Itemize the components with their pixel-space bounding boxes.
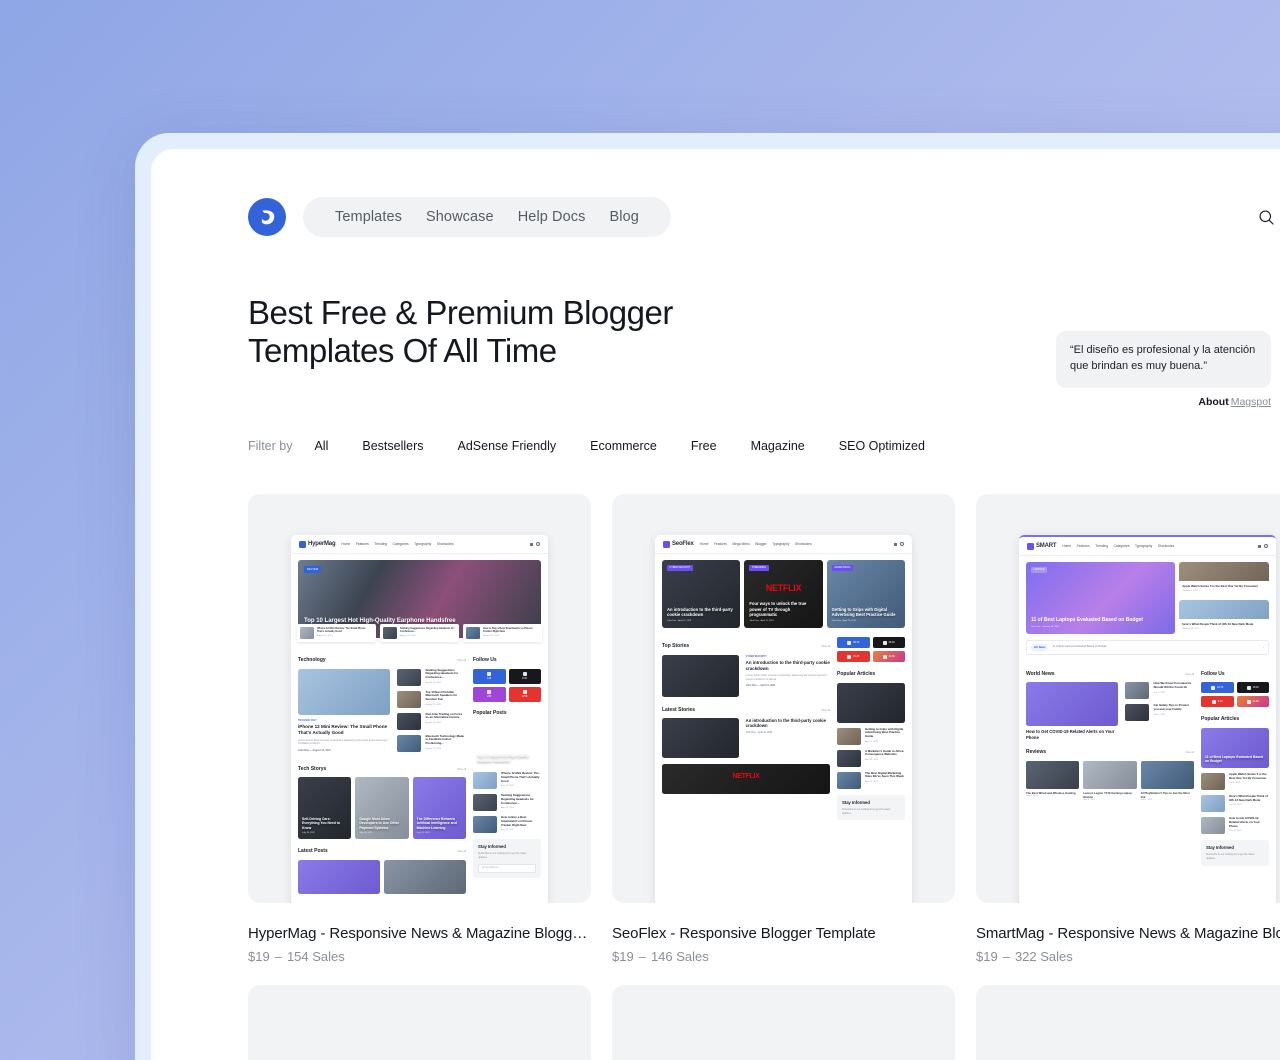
preview-newsletter: Stay Informed Subscribe to our mailing l… [837,794,905,821]
nav-item-blog[interactable]: Blog [598,209,651,225]
preview-hero-card: CYBER SECURITY An introduction to the th… [662,560,741,628]
preview-hero-card: ADVERTISING Getting to Grips with Digita… [826,560,905,628]
card-sales: 146 Sales [650,949,709,964]
search-icon[interactable] [1253,204,1279,230]
filter-label: Filter by [248,439,293,453]
preview-nav-icons [530,542,540,546]
card-dash: – [1002,949,1010,964]
preview-side-card: Here's What People Think of iOS 13 New D… [1179,600,1269,634]
preview-strip-item: iPhone 12 Mini Review: The Small Phone T… [297,624,376,642]
preview-menu: Home Features Trending Categories Typogr… [341,541,454,546]
template-card[interactable]: La-Beauty Home Fashion Inspiration Typog… [612,985,955,1060]
testimonial-meta: About Magspot [1056,396,1271,408]
template-grid: HyperMag Home Features Trending Categori… [248,494,1280,1060]
preview-tiles: Self-Driving Cars: Everything You Need t… [298,777,466,839]
template-thumbnail[interactable]: TechSpot Home Features Mega Menu Help Do… [976,985,1280,1060]
preview-brand: SMART [1027,542,1057,551]
template-preview-seoflex: SeoFlex Home Features Mega Menu Blogger … [655,535,912,903]
template-card[interactable]: SMART Home Features Trending Categories … [976,494,1280,964]
card-price: $19 [612,949,634,964]
magspot-logo[interactable] [248,198,286,236]
card-title[interactable]: SeoFlex - Responsive Blogger Template [612,925,955,942]
preview-sections: Technology View all TECHNOLOGY iPhone 12… [291,642,548,900]
preview-sidebar: Follow Us 22.7K 18.1K 9.4K 31.9K Popular… [1201,662,1269,866]
preview-strip-item: How to Buy a Best Smartwatch on Pinoon T… [463,624,542,642]
filter-bestsellers[interactable]: Bestsellers [362,439,423,453]
card-dash: – [638,949,646,964]
template-thumbnail[interactable]: La-Beauty Home Fashion Inspiration Typog… [612,985,955,1060]
preview-menu: Home Features Trending Categories Typogr… [1062,543,1175,548]
preview-list: Seeking Suggestions Regarding Headsets f… [397,668,466,757]
preview-hero-main: LAPTOPS 11 of Best Laptops Evaluated Bas… [1026,562,1176,634]
card-title[interactable]: HyperMag - Responsive News & Magazine Bl… [248,925,591,942]
card-meta: $19–146 Sales [612,949,955,964]
preview-nav: SMART Home Features Trending Categories … [1019,537,1276,556]
page-title: Best Free & Premium Blogger Templates Of… [248,294,673,369]
preview-strip-item: Seeking Suggestions Regarding Headsets f… [380,624,459,642]
preview-hero-card: STREAMING NETFLIX Four ways to unlock th… [744,560,823,628]
preview-menu: Home Features Mega Menu Blogger Typograp… [699,541,812,546]
testimonial-quote: “El diseño es profesional y la atención … [1056,331,1271,388]
template-card[interactable]: SeoFlex Home Features Mega Menu Blogger … [612,494,955,964]
template-thumbnail[interactable]: SeoFlex Home Features Mega Menu Blogger … [612,494,955,903]
preview-sidebar: 38.7K 28.1K 15.4K 21.9K Popular Articles… [837,634,905,821]
nav-item-templates[interactable]: Templates [323,209,414,225]
card-sales: 154 Sales [286,949,345,964]
preview-nav: SeoFlex Home Features Mega Menu Blogger … [655,535,912,554]
preview-body: LAPTOPS 11 of Best Laptops Evaluated Bas… [1019,556,1276,872]
preview-latest: An introduction to the third-party cooki… [662,718,830,758]
preview-nav-icons [894,542,904,546]
preview-brand: HyperMag [299,540,336,549]
preview-hero: LAPTOPS 11 of Best Laptops Evaluated Bas… [1026,562,1269,634]
preview-body: CYBER SECURITY An introduction to the th… [655,554,912,826]
testimonial-brand-link[interactable]: Magspot [1231,396,1271,408]
filter-all[interactable]: All [314,439,328,453]
card-title[interactable]: SmartMag - Responsive News & Magazine Bl… [976,925,1280,942]
template-preview-hypermag: HyperMag Home Features Trending Categori… [291,535,548,903]
filter-magazine[interactable]: Magazine [751,439,805,453]
card-meta: $19–322 Sales [976,949,1280,964]
template-card[interactable]: HyperMag Home Features Trending Categori… [248,494,591,964]
preview-side-card: Apple Watch Series 5 is the Best One Yet… [1179,562,1269,596]
card-dash: – [274,949,282,964]
filter-bar: Filter by All Bestsellers AdSense Friend… [248,439,925,453]
browser-frame-outer: Templates Showcase Help Docs Blog Best F… [135,133,1280,1060]
preview-brand: SeoFlex [663,540,694,549]
filter-ecommerce[interactable]: Ecommerce [590,439,657,453]
template-card[interactable]: TechSpot Home Features Mega Menu Help Do… [976,985,1280,1060]
nav-item-showcase[interactable]: Showcase [414,209,506,225]
main-nav: Templates Showcase Help Docs Blog [303,197,671,237]
preview-newsletter: Stay Informed Subscribe to our mailing l… [473,839,541,878]
template-thumbnail[interactable]: HyperMag Home Features Trending Categori… [248,494,591,903]
testimonial: “El diseño es profesional y la atención … [1056,331,1271,408]
preview-hot-news-bar: Hot News 11 of Best Laptops Evaluated Ba… [1026,640,1269,655]
site-header: Templates Showcase Help Docs Blog [248,194,1279,240]
preview-sidebar: Follow Us 12K 8.2K 24K 175K Popular Post… [473,648,541,894]
preview-reviews: The Best Wired and Wireless Gaming July 5… [1026,760,1194,803]
preview-newsletter: Stay Informed Subscribe to our mailing l… [1201,839,1269,866]
card-sales: 322 Sales [1014,949,1073,964]
template-thumbnail[interactable]: SMART Home Features Trending Categories … [976,494,1280,903]
card-meta: $19–154 Sales [248,949,591,964]
nav-item-help-docs[interactable]: Help Docs [506,209,598,225]
browser-viewport: Templates Showcase Help Docs Blog Best F… [151,149,1280,1060]
card-price: $19 [976,949,998,964]
preview-feature: CYBER SECURITY An introduction to the th… [662,654,830,697]
preview-nav-icons [1258,544,1268,548]
preview-strip: iPhone 12 Mini Review: The Small Phone T… [291,624,548,642]
template-card[interactable]: Casper Home Features Mega Menu Typograph… [248,985,591,1060]
preview-feature: TECHNOLOGY iPhone 12 Mini Review: The Sm… [298,668,391,757]
card-price: $19 [248,949,270,964]
preview-brand-badge [299,540,306,548]
preview-hero-cards: CYBER SECURITY An introduction to the th… [662,560,905,628]
preview-hero-tag: REVIEW [304,566,322,573]
template-thumbnail[interactable]: Casper Home Features Mega Menu Typograph… [248,985,591,1060]
filter-free[interactable]: Free [691,439,717,453]
preview-nav: HyperMag Home Features Trending Categori… [291,535,548,554]
testimonial-about-label: About [1198,395,1229,408]
filter-adsense-friendly[interactable]: AdSense Friendly [458,439,557,453]
filter-seo-optimized[interactable]: SEO Optimized [839,439,925,453]
template-preview-smartmag: SMART Home Features Trending Categories … [1019,535,1276,903]
